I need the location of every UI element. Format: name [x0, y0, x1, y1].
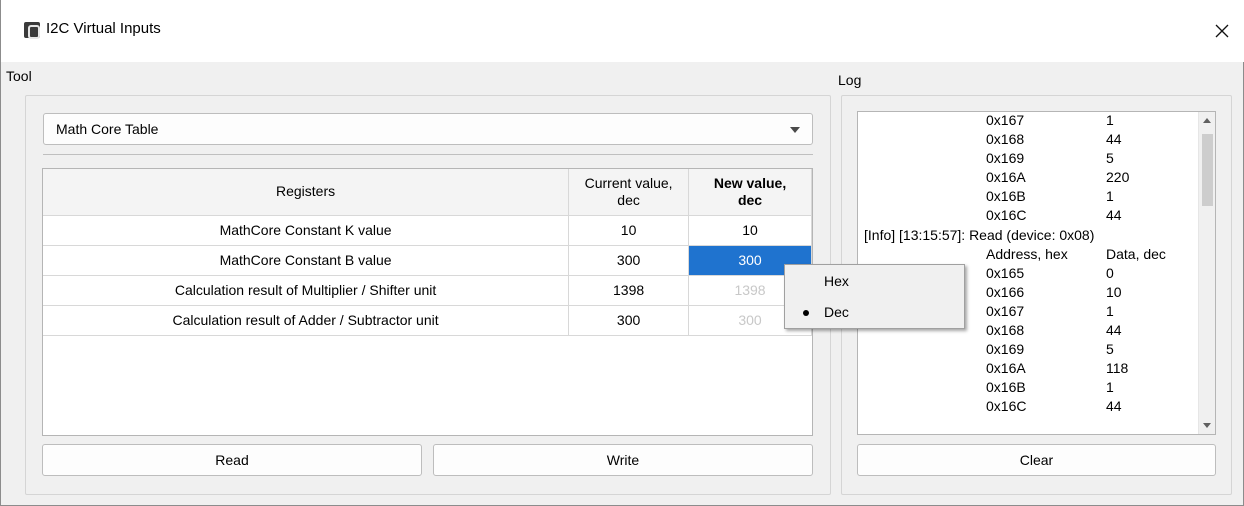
log-group-label: Log	[838, 72, 862, 88]
header-new-value[interactable]: New value, dec	[688, 169, 812, 216]
window-title: I2C Virtual Inputs	[46, 20, 161, 37]
tool-group-label: Tool	[6, 68, 32, 84]
close-button[interactable]	[1199, 8, 1244, 54]
current-value-cell: 10	[568, 215, 690, 246]
register-name: Calculation result of Adder / Subtractor…	[43, 305, 570, 336]
table-select-dropdown[interactable]: Math Core Table	[43, 113, 813, 145]
table-row: MathCore Constant B value 300 300	[43, 245, 812, 276]
register-name: MathCore Constant K value	[43, 215, 570, 246]
write-button[interactable]: Write	[433, 444, 813, 476]
table-row: Calculation result of Multiplier / Shift…	[43, 275, 812, 306]
chevron-down-icon	[790, 127, 800, 133]
scroll-down-arrow-icon[interactable]	[1203, 423, 1211, 428]
dropdown-value: Math Core Table	[56, 121, 159, 137]
separator	[43, 154, 813, 155]
header-current-value[interactable]: Current value, dec	[568, 169, 690, 216]
current-value-cell: 300	[568, 245, 690, 276]
menu-item-dec[interactable]: Dec	[785, 298, 964, 326]
app-icon	[24, 22, 40, 39]
table-row: MathCore Constant K value 10 10	[43, 215, 812, 246]
read-button[interactable]: Read	[42, 444, 422, 476]
scroll-up-arrow-icon[interactable]	[1203, 118, 1211, 123]
register-name: MathCore Constant B value	[43, 245, 570, 276]
log-info-line: [Info] [13:15:57]: Read (device: 0x08)	[864, 227, 1095, 243]
dialog-window: I2C Virtual Inputs Tool Math Core Table …	[0, 0, 1244, 506]
radio-checked-icon	[803, 310, 809, 316]
table-row: Calculation result of Adder / Subtractor…	[43, 305, 812, 336]
clear-button[interactable]: Clear	[857, 444, 1216, 476]
registers-table: Registers Current value, dec New value, …	[42, 168, 813, 436]
format-context-menu: Hex Dec	[784, 264, 965, 329]
current-value-cell: 300	[568, 305, 690, 336]
close-icon	[1215, 24, 1229, 38]
new-value-cell[interactable]: 10	[688, 215, 812, 246]
register-name: Calculation result of Multiplier / Shift…	[43, 275, 570, 306]
scrollbar-thumb[interactable]	[1202, 134, 1213, 206]
log-scrollbar[interactable]	[1198, 112, 1215, 434]
title-bar: I2C Virtual Inputs	[1, 0, 1244, 62]
menu-item-hex[interactable]: Hex	[785, 267, 964, 295]
current-value-cell: 1398	[568, 275, 690, 306]
header-registers[interactable]: Registers	[43, 169, 570, 216]
